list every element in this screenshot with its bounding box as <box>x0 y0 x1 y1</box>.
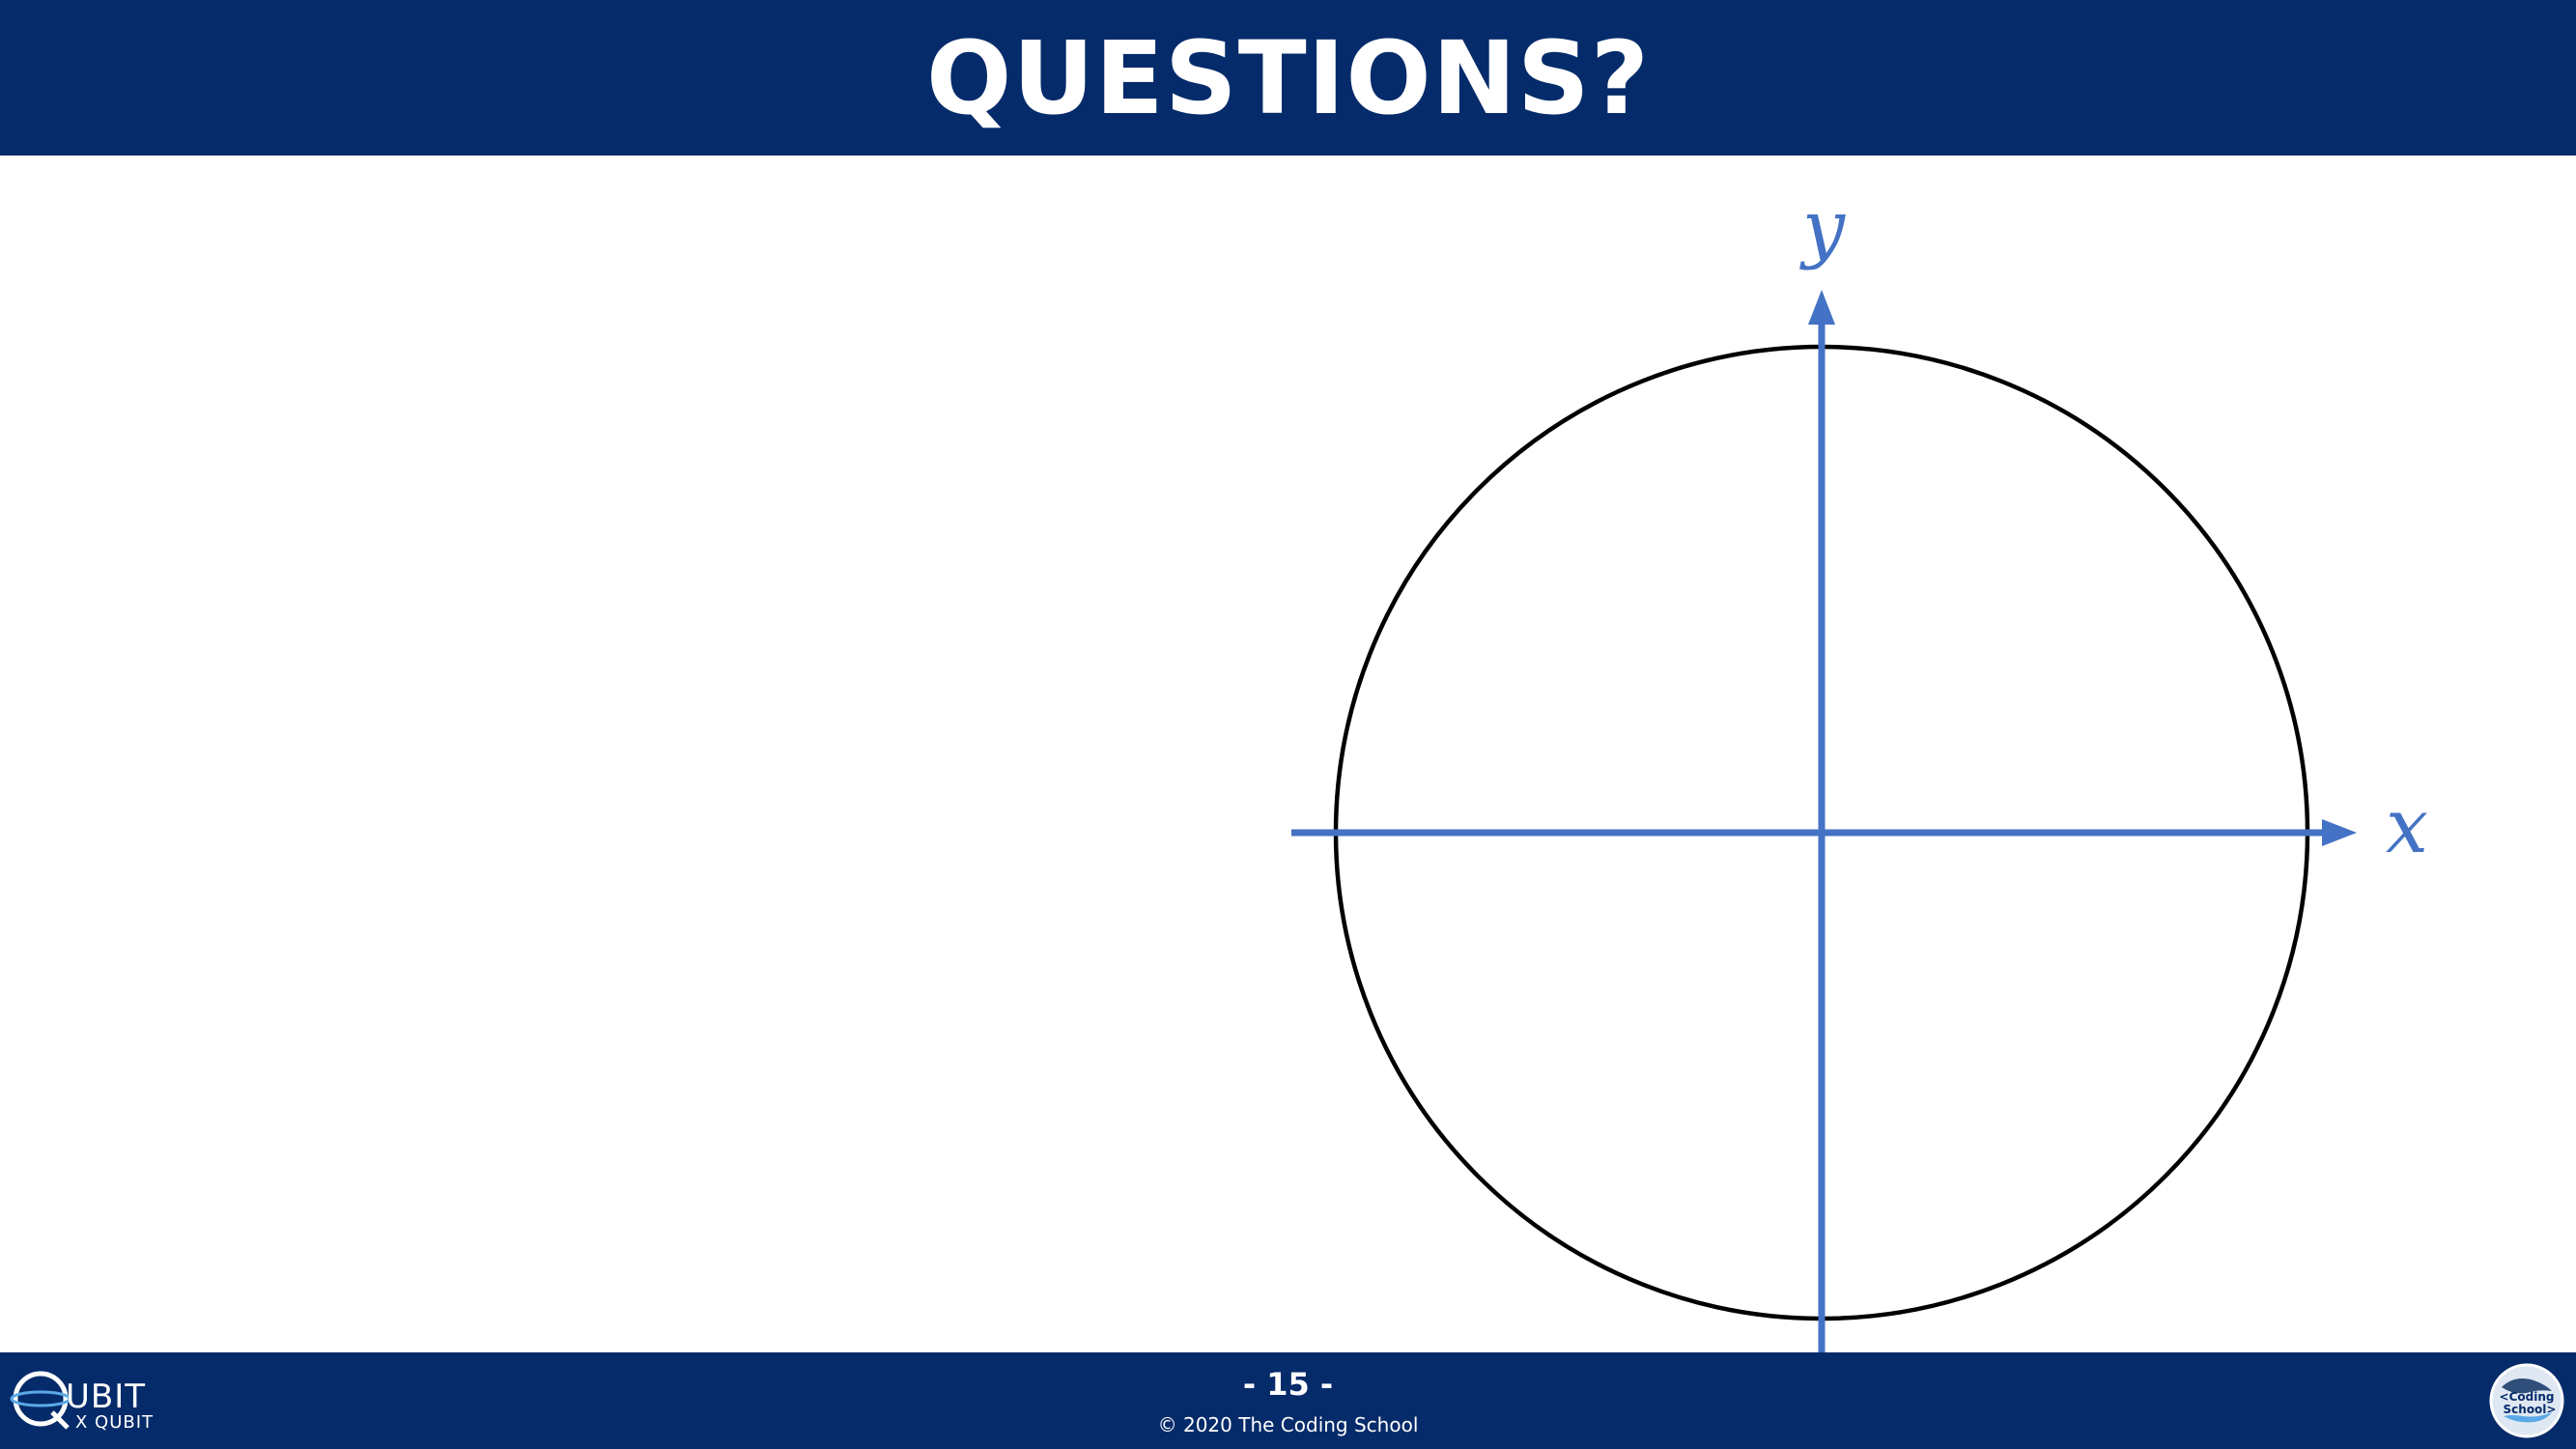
slide-title: QUESTIONS? <box>925 18 1651 137</box>
page-number: - 15 - <box>1242 1366 1334 1403</box>
coding-school-logo: <Coding School> <box>2489 1363 2564 1438</box>
y-axis-arrowhead <box>1808 290 1835 325</box>
logo-text-line1: <Coding <box>2500 1390 2555 1404</box>
slide-header: QUESTIONS? <box>0 0 2576 156</box>
logo-text-line2: School> <box>2504 1403 2557 1416</box>
x-axis-label: x <box>2386 783 2428 870</box>
y-axis-label: y <box>1799 185 1846 271</box>
unit-circle-diagram: x y <box>1291 185 2428 1352</box>
x-axis-arrowhead <box>2322 819 2357 846</box>
slide-footer: UBIT X QUBIT - 15 - © 2020 The Coding Sc… <box>0 1352 2576 1449</box>
copyright-text: © 2020 The Coding School <box>1157 1413 1419 1436</box>
